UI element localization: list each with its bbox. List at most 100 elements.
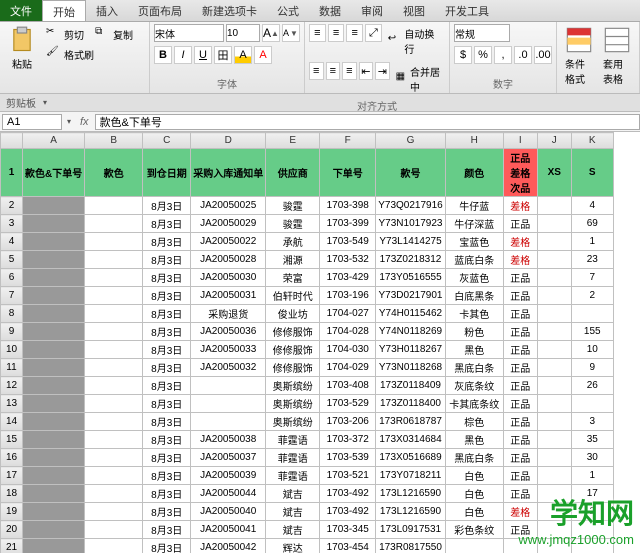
cell[interactable]: 155 bbox=[571, 323, 613, 341]
cell[interactable]: 8月3日 bbox=[143, 431, 191, 449]
cell[interactable]: 湘源 bbox=[266, 251, 320, 269]
cell[interactable]: 牛仔蓝 bbox=[445, 197, 503, 215]
cell[interactable] bbox=[537, 233, 571, 251]
copy-button[interactable]: ⧉复制 bbox=[91, 24, 137, 44]
cell[interactable] bbox=[537, 359, 571, 377]
cell[interactable] bbox=[537, 251, 571, 269]
cell[interactable] bbox=[85, 197, 143, 215]
cell[interactable]: 8月3日 bbox=[143, 287, 191, 305]
cell[interactable]: 修修服饰 bbox=[266, 359, 320, 377]
col-header-G[interactable]: G bbox=[376, 133, 446, 149]
cell[interactable]: 正品 bbox=[503, 395, 537, 413]
cell[interactable]: 1703-345 bbox=[320, 521, 376, 539]
col-header-A[interactable]: A bbox=[23, 133, 85, 149]
cell[interactable] bbox=[537, 341, 571, 359]
cell[interactable]: 彩色条纹 bbox=[445, 521, 503, 539]
cell[interactable] bbox=[571, 305, 613, 323]
cell[interactable]: 骏霆 bbox=[266, 215, 320, 233]
cell[interactable] bbox=[23, 521, 85, 539]
cell[interactable] bbox=[537, 377, 571, 395]
cell[interactable]: 1 bbox=[571, 467, 613, 485]
header-cell[interactable]: 下单号 bbox=[320, 149, 376, 197]
cell[interactable]: 173L1216590 bbox=[376, 503, 446, 521]
cell[interactable] bbox=[85, 521, 143, 539]
cell[interactable]: 7 bbox=[571, 269, 613, 287]
cell[interactable] bbox=[503, 539, 537, 553]
tab-7[interactable]: 视图 bbox=[393, 0, 435, 21]
cell[interactable] bbox=[23, 269, 85, 287]
cell[interactable] bbox=[23, 215, 85, 233]
cell[interactable]: 正品 bbox=[503, 449, 537, 467]
cell[interactable]: 8月3日 bbox=[143, 485, 191, 503]
cell[interactable] bbox=[537, 539, 571, 553]
cell[interactable] bbox=[85, 503, 143, 521]
cell[interactable] bbox=[23, 503, 85, 521]
col-header-I[interactable]: I bbox=[503, 133, 537, 149]
cell[interactable]: 1703-539 bbox=[320, 449, 376, 467]
cell[interactable]: 正品 bbox=[503, 341, 537, 359]
font-size-select[interactable] bbox=[226, 24, 260, 42]
row-header-17[interactable]: 17 bbox=[1, 467, 23, 485]
cell[interactable]: 4 bbox=[571, 197, 613, 215]
cell[interactable]: 8月3日 bbox=[143, 197, 191, 215]
cell[interactable] bbox=[537, 287, 571, 305]
row-header-12[interactable]: 12 bbox=[1, 377, 23, 395]
orientation-button[interactable]: ⤢ bbox=[365, 24, 382, 42]
cell[interactable]: 正品 bbox=[503, 305, 537, 323]
cell[interactable] bbox=[537, 215, 571, 233]
cell[interactable]: 1703-372 bbox=[320, 431, 376, 449]
cell[interactable]: 8月3日 bbox=[143, 395, 191, 413]
cell[interactable]: 8月3日 bbox=[143, 269, 191, 287]
cell[interactable] bbox=[537, 449, 571, 467]
header-cell[interactable]: 采购入库通知单 bbox=[191, 149, 266, 197]
cell[interactable]: 正品 bbox=[503, 431, 537, 449]
row-header-19[interactable]: 19 bbox=[1, 503, 23, 521]
cell[interactable]: 正品 bbox=[503, 359, 537, 377]
cell[interactable] bbox=[85, 305, 143, 323]
table-row[interactable]: 148月3日奥斯缤纷1703-206173R0618787棕色正品3 bbox=[1, 413, 614, 431]
cell[interactable]: 8月3日 bbox=[143, 215, 191, 233]
table-row[interactable]: 168月3日JA20050037菲霆语1703-539173X0516689黑底… bbox=[1, 449, 614, 467]
header-cell[interactable]: 款色&下单号 bbox=[23, 149, 85, 197]
cell[interactable]: 8月3日 bbox=[143, 305, 191, 323]
cell[interactable]: 1703-399 bbox=[320, 215, 376, 233]
cell[interactable] bbox=[537, 485, 571, 503]
cell[interactable] bbox=[571, 395, 613, 413]
currency-button[interactable]: $ bbox=[454, 46, 472, 64]
cell[interactable]: 辉达 bbox=[266, 539, 320, 553]
cell[interactable]: 1703-454 bbox=[320, 539, 376, 553]
table-row[interactable]: 28月3日JA20050025骏霆1703-398Y73Q0217916牛仔蓝差… bbox=[1, 197, 614, 215]
align-middle[interactable]: ≡ bbox=[328, 24, 345, 42]
cell[interactable]: 正品 bbox=[503, 269, 537, 287]
bold-button[interactable]: B bbox=[154, 46, 172, 64]
cell[interactable]: 灰底条纹 bbox=[445, 377, 503, 395]
cell[interactable]: 采购退货 bbox=[191, 305, 266, 323]
cell[interactable]: 173Z0218312 bbox=[376, 251, 446, 269]
cell[interactable]: JA20050038 bbox=[191, 431, 266, 449]
align-bottom[interactable]: ≡ bbox=[346, 24, 363, 42]
table-row[interactable]: 118月3日JA20050032修修服饰1704-029Y73N0118268黑… bbox=[1, 359, 614, 377]
cell[interactable]: 1703-196 bbox=[320, 287, 376, 305]
cell[interactable]: 菲霆语 bbox=[266, 467, 320, 485]
header-cell[interactable]: 到仓日期 bbox=[143, 149, 191, 197]
table-row[interactable]: 158月3日JA20050038菲霆语1703-372173X0314684黑色… bbox=[1, 431, 614, 449]
table-row[interactable]: 98月3日JA20050036修修服饰1704-028Y74N0118269粉色… bbox=[1, 323, 614, 341]
table-row[interactable]: 138月3日奥斯缤纷1703-529173Z0118400卡其底条纹正品 bbox=[1, 395, 614, 413]
cell[interactable] bbox=[85, 395, 143, 413]
cell[interactable]: 奥斯缤纷 bbox=[266, 395, 320, 413]
cell[interactable]: Y73N1017923 bbox=[376, 215, 446, 233]
font-color-button[interactable]: A bbox=[254, 46, 272, 64]
cell[interactable]: 1703-492 bbox=[320, 503, 376, 521]
cell[interactable]: 3 bbox=[571, 413, 613, 431]
cell[interactable]: 卡其色 bbox=[445, 305, 503, 323]
cell[interactable] bbox=[85, 377, 143, 395]
cell[interactable]: Y74H0115462 bbox=[376, 305, 446, 323]
cell[interactable]: 牛仔深蓝 bbox=[445, 215, 503, 233]
header-cell[interactable]: 款号 bbox=[376, 149, 446, 197]
cell[interactable]: 173L0917531 bbox=[376, 521, 446, 539]
tab-3[interactable]: 新建选项卡 bbox=[192, 0, 267, 21]
cell[interactable]: 正品 bbox=[503, 413, 537, 431]
cell[interactable] bbox=[191, 377, 266, 395]
cell[interactable]: 2 bbox=[571, 503, 613, 521]
cell[interactable]: 8月3日 bbox=[143, 413, 191, 431]
